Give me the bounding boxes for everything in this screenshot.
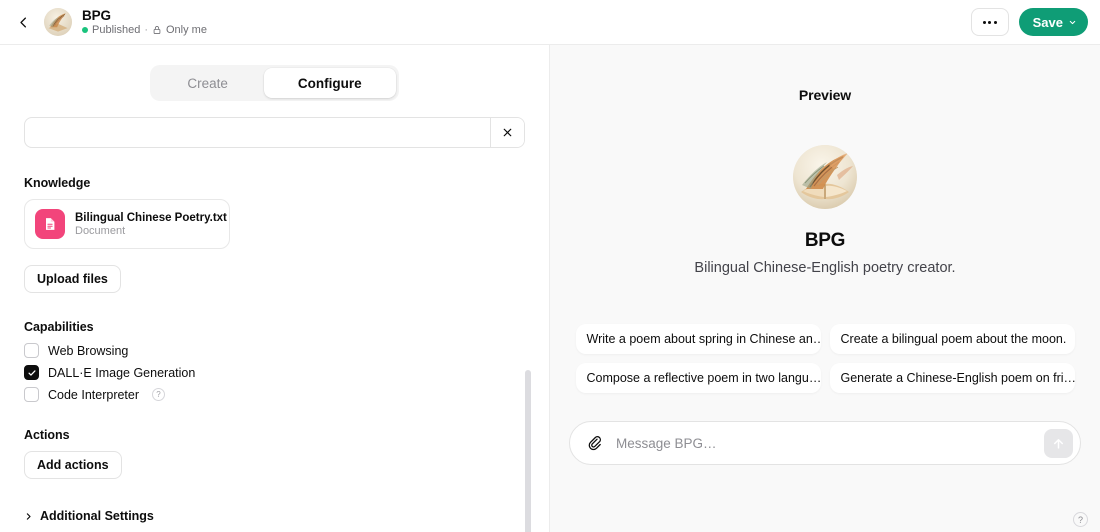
preview-gpt-name: BPG bbox=[804, 230, 846, 251]
tab-group: Create Configure bbox=[150, 65, 399, 101]
chevron-right-icon bbox=[26, 512, 31, 520]
tab-configure[interactable]: Configure bbox=[263, 68, 396, 98]
knowledge-file-card[interactable]: Bilingual Chinese Poetry.txt Document bbox=[24, 199, 230, 249]
file-glyph-icon bbox=[46, 218, 55, 230]
clear-field-button[interactable] bbox=[490, 118, 524, 147]
starter-prompt-2[interactable]: Create a bilingual poem about the moon. bbox=[829, 324, 1075, 354]
capabilities-heading: Capabilities bbox=[24, 320, 94, 334]
capability-web-browsing[interactable]: Web Browsing bbox=[24, 343, 525, 358]
tab-create[interactable]: Create bbox=[153, 68, 262, 98]
configure-panel: Create Configure Knowledge Bilingual Chi… bbox=[0, 45, 550, 532]
additional-settings-toggle[interactable]: Additional Settings bbox=[24, 509, 525, 523]
dot-2-icon bbox=[988, 20, 992, 24]
dot-3-icon bbox=[993, 20, 997, 24]
save-button[interactable]: Save bbox=[1018, 8, 1088, 36]
configure-scrollbar-thumb[interactable] bbox=[525, 370, 531, 532]
document-icon bbox=[35, 209, 65, 239]
chevron-down-icon bbox=[1069, 20, 1076, 24]
published-dot-icon bbox=[82, 27, 88, 33]
knowledge-heading: Knowledge bbox=[24, 176, 91, 190]
capability-code-interpreter[interactable]: Code Interpreter ? bbox=[24, 387, 525, 402]
arrow-up-icon bbox=[1054, 438, 1063, 449]
upload-files-label: Upload files bbox=[37, 272, 108, 286]
tab-create-label: Create bbox=[187, 75, 228, 91]
dot-1-icon bbox=[982, 20, 986, 24]
add-actions-label: Add actions bbox=[37, 458, 109, 472]
header-actions: Save bbox=[970, 8, 1088, 36]
code-interpreter-checkbox[interactable] bbox=[24, 387, 39, 402]
preview-gpt-description: Bilingual Chinese-English poetry creator… bbox=[694, 260, 956, 276]
avatar-illustration-icon bbox=[44, 8, 72, 36]
back-button[interactable] bbox=[10, 9, 36, 35]
app-header: BPG Published · Only me Save bbox=[0, 0, 1100, 45]
configure-scrollbar-track[interactable] bbox=[525, 370, 531, 532]
close-icon bbox=[503, 128, 512, 137]
paperclip-icon bbox=[588, 435, 601, 450]
starter-prompts-grid: Write a poem about spring in Chinese an…… bbox=[575, 324, 1075, 393]
actions-heading: Actions bbox=[24, 428, 70, 442]
web-browsing-checkbox[interactable] bbox=[24, 343, 39, 358]
add-actions-button[interactable]: Add actions bbox=[24, 451, 122, 479]
additional-settings-label: Additional Settings bbox=[40, 509, 154, 523]
preview-heading: Preview bbox=[798, 87, 852, 103]
capabilities-list: Web Browsing DALL·E Image Generation Cod… bbox=[24, 343, 525, 402]
lock-icon bbox=[153, 26, 161, 34]
conversation-starter-field-row bbox=[24, 117, 525, 148]
gpt-builder-window: BPG Published · Only me Save Create Conf… bbox=[0, 0, 1100, 532]
starter-prompt-4[interactable]: Generate a Chinese-English poem on fri… bbox=[829, 363, 1075, 393]
code-interpreter-help-icon[interactable]: ? bbox=[152, 388, 166, 401]
knowledge-file-type: Document bbox=[75, 224, 126, 237]
visibility-label: Only me bbox=[166, 23, 207, 36]
avatar-illustration-icon bbox=[793, 145, 857, 209]
app-body: Create Configure Knowledge Bilingual Chi… bbox=[0, 45, 1100, 532]
help-button[interactable]: ? bbox=[1073, 512, 1088, 527]
dalle-label: DALL·E Image Generation bbox=[48, 365, 196, 380]
status-separator: · bbox=[144, 23, 148, 36]
gpt-status-row: Published · Only me bbox=[82, 24, 207, 37]
tabs-container: Create Configure bbox=[0, 45, 549, 117]
configure-form: Knowledge Bilingual Chinese Poetry.txt D… bbox=[0, 117, 549, 523]
checkmark-icon bbox=[27, 369, 36, 376]
header-avatar bbox=[44, 8, 72, 36]
starter-prompt-1[interactable]: Write a poem about spring in Chinese an… bbox=[575, 324, 821, 354]
preview-panel: Preview BPG Bilingual Chinese-English po… bbox=[550, 45, 1100, 532]
upload-files-button[interactable]: Upload files bbox=[24, 265, 121, 293]
more-options-button[interactable] bbox=[970, 8, 1009, 36]
published-label: Published bbox=[92, 23, 141, 36]
conversation-starter-input[interactable] bbox=[25, 118, 490, 147]
dalle-checkbox[interactable] bbox=[24, 365, 39, 380]
starter-prompt-3[interactable]: Compose a reflective poem in two langu… bbox=[575, 363, 821, 393]
save-button-label: Save bbox=[1032, 14, 1063, 30]
knowledge-file-meta: Bilingual Chinese Poetry.txt Document bbox=[75, 211, 227, 237]
message-composer bbox=[569, 421, 1081, 465]
web-browsing-label: Web Browsing bbox=[48, 343, 129, 358]
attach-file-button[interactable] bbox=[584, 432, 606, 454]
knowledge-file-name: Bilingual Chinese Poetry.txt bbox=[75, 211, 227, 224]
tab-configure-label: Configure bbox=[297, 75, 362, 91]
message-input[interactable] bbox=[606, 435, 1044, 451]
preview-avatar bbox=[793, 145, 857, 209]
gpt-title: BPG bbox=[82, 7, 111, 23]
header-meta: BPG Published · Only me bbox=[82, 8, 207, 37]
code-interpreter-label: Code Interpreter bbox=[48, 387, 140, 402]
send-message-button[interactable] bbox=[1044, 428, 1073, 458]
capability-dalle[interactable]: DALL·E Image Generation bbox=[24, 365, 525, 380]
chevron-left-icon bbox=[19, 17, 26, 27]
